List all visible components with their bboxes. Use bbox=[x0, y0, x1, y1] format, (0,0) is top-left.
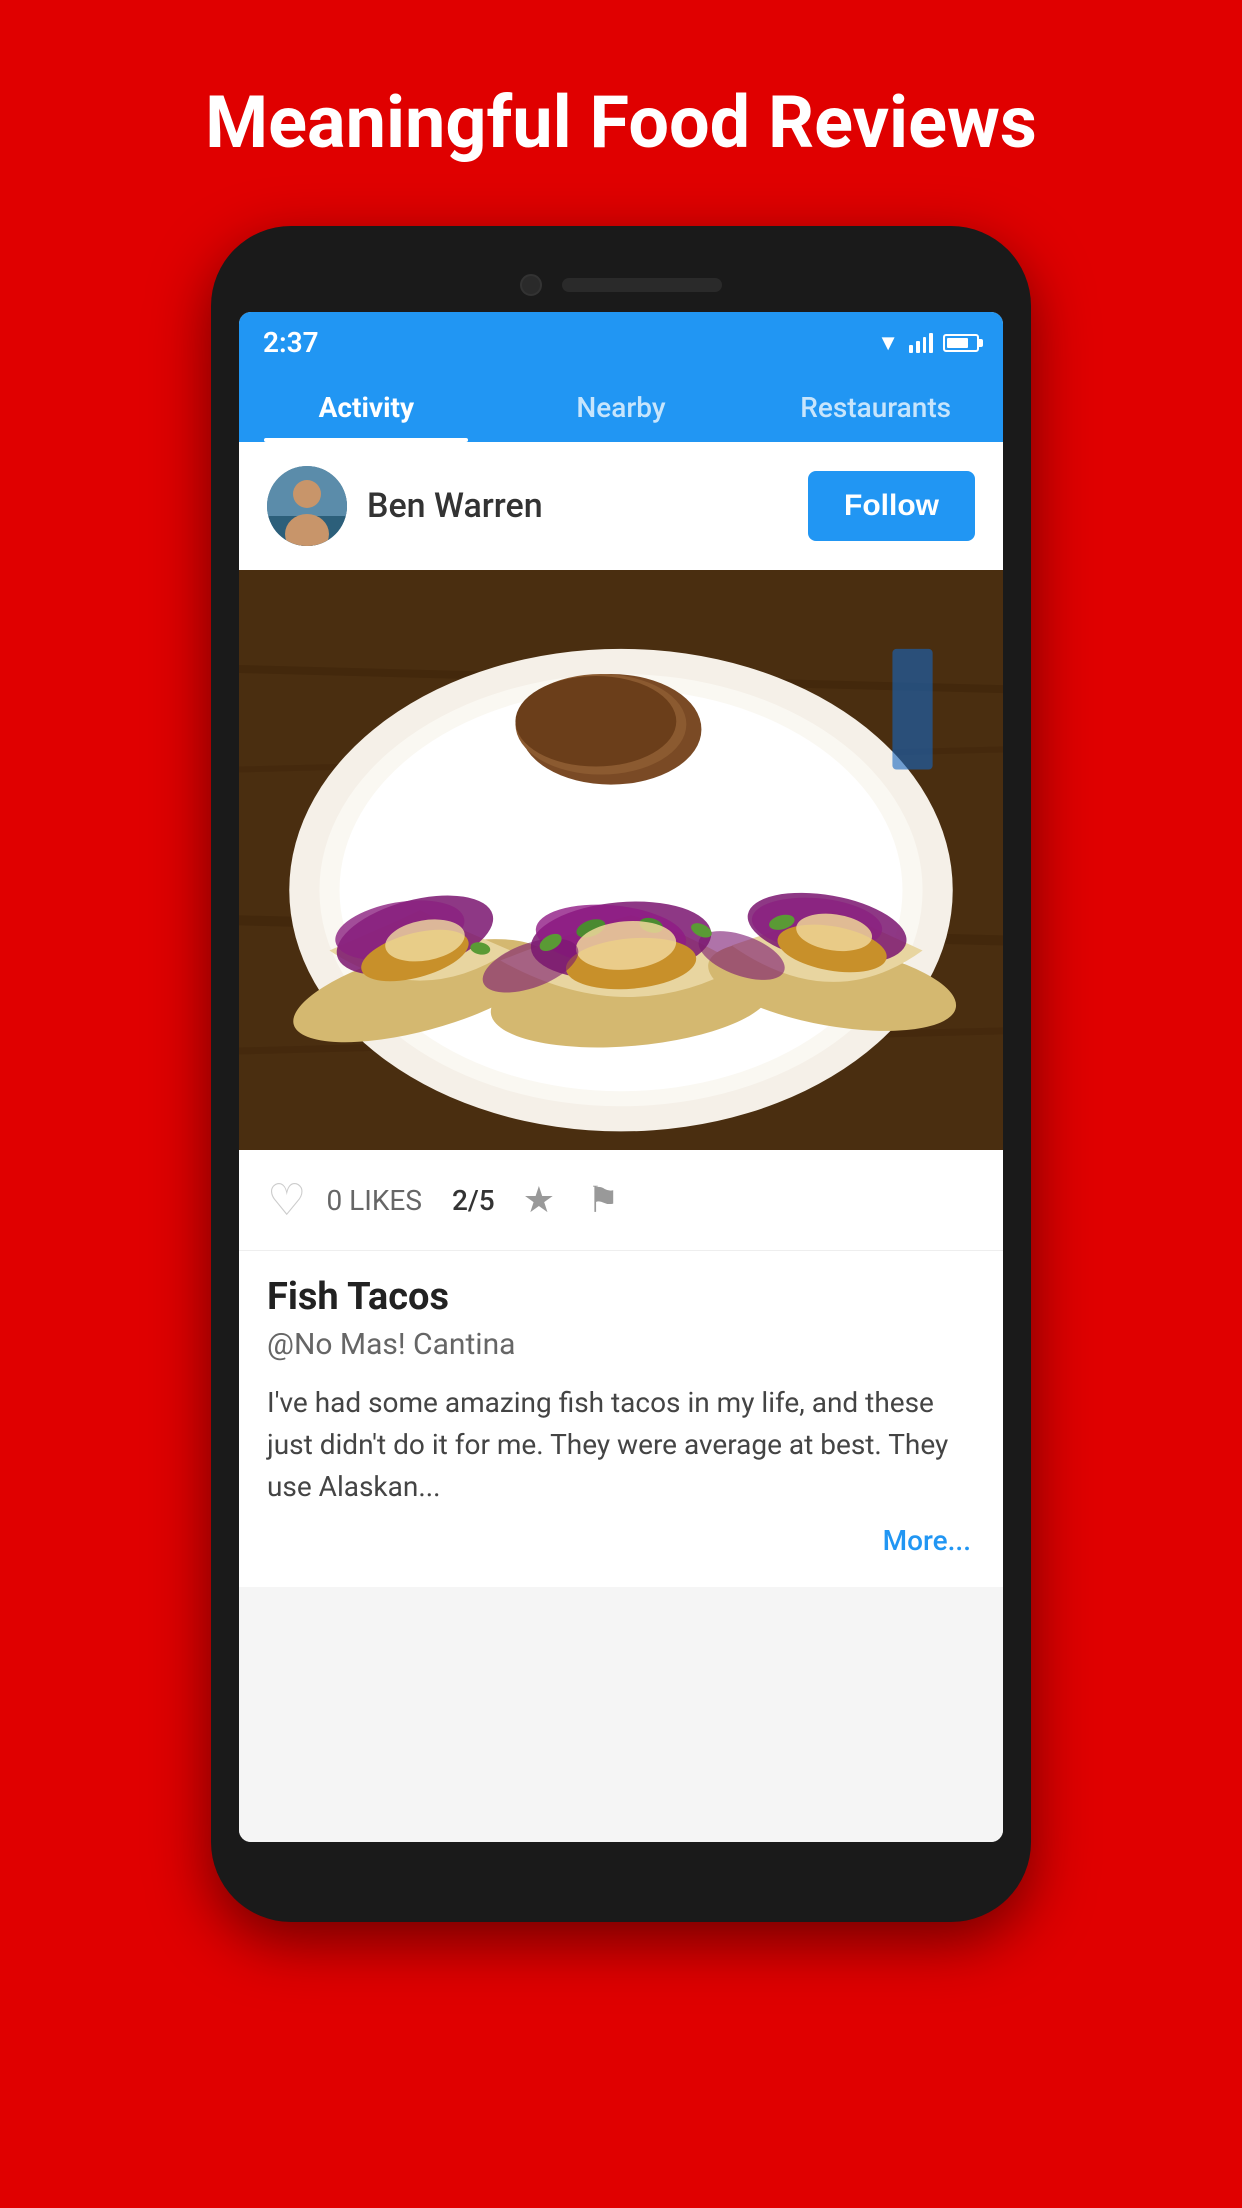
avatar bbox=[267, 466, 347, 546]
page-title: Meaningful Food Reviews bbox=[145, 80, 1097, 166]
flag-icon[interactable]: ⚑ bbox=[587, 1179, 619, 1221]
action-bar: ♡ 0 LIKES 2/5 ★ ⚑ bbox=[239, 1150, 1003, 1251]
tab-nearby[interactable]: Nearby bbox=[494, 369, 749, 442]
more-link[interactable]: More... bbox=[267, 1524, 975, 1557]
tab-restaurants[interactable]: Restaurants bbox=[748, 369, 1003, 442]
review-text: I've had some amazing fish tacos in my l… bbox=[267, 1382, 975, 1508]
follow-button[interactable]: Follow bbox=[808, 471, 975, 541]
user-header: Ben Warren Follow bbox=[239, 442, 1003, 570]
phone-speaker bbox=[562, 278, 722, 292]
battery-icon bbox=[943, 334, 979, 352]
content-area: Ben Warren Follow bbox=[239, 442, 1003, 1842]
post-card: Ben Warren Follow bbox=[239, 442, 1003, 1587]
tab-activity[interactable]: Activity bbox=[239, 369, 494, 442]
status-icons: ▼ bbox=[877, 330, 979, 356]
heart-icon[interactable]: ♡ bbox=[267, 1174, 306, 1226]
review-content: Fish Tacos @No Mas! Cantina I've had som… bbox=[239, 1251, 1003, 1587]
likes-count: 0 LIKES bbox=[326, 1184, 421, 1217]
food-image-bg bbox=[239, 570, 1003, 1150]
wifi-icon: ▼ bbox=[877, 330, 899, 356]
phone-frame: 2:37 ▼ Activity Nearby Res bbox=[211, 226, 1031, 1922]
status-time: 2:37 bbox=[263, 326, 319, 359]
phone-screen: 2:37 ▼ Activity Nearby Res bbox=[239, 312, 1003, 1842]
status-bar: 2:37 ▼ bbox=[239, 312, 1003, 369]
app-navigation: Activity Nearby Restaurants bbox=[239, 369, 1003, 442]
food-image[interactable] bbox=[239, 570, 1003, 1150]
signal-icon bbox=[909, 333, 933, 353]
star-icon[interactable]: ★ bbox=[523, 1179, 555, 1221]
rating: 2/5 bbox=[452, 1184, 495, 1217]
dish-name: Fish Tacos bbox=[267, 1275, 975, 1319]
phone-top-bar bbox=[239, 256, 1003, 312]
restaurant-name: @No Mas! Cantina bbox=[267, 1327, 975, 1362]
user-name: Ben Warren bbox=[367, 486, 788, 526]
phone-camera bbox=[520, 274, 542, 296]
